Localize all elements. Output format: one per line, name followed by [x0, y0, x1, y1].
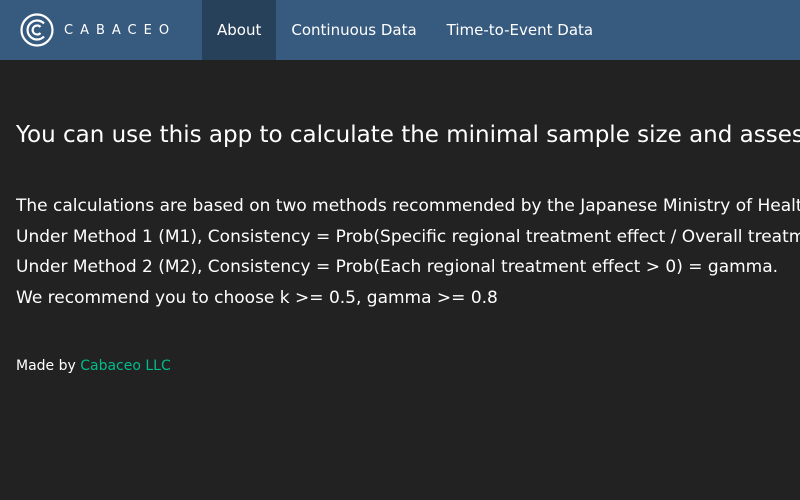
brand-name: CABACEO — [64, 22, 177, 38]
description-paragraph: The calculations are based on two method… — [16, 191, 800, 313]
made-by-footer: Made by Cabaceo LLC — [16, 358, 171, 374]
main-nav: About Continuous Data Time-to-Event Data — [202, 0, 608, 60]
about-content: You can use this app to calculate the mi… — [16, 60, 800, 500]
nav-tab-about[interactable]: About — [202, 0, 277, 60]
description-line: We recommend you to choose k >= 0.5, gam… — [16, 287, 498, 308]
nav-tab-continuous-data[interactable]: Continuous Data — [276, 0, 431, 60]
description-line: Under Method 2 (M2), Consistency = Prob(… — [16, 257, 779, 277]
top-navbar: CABACEO About Continuous Data Time-to-Ev… — [0, 0, 800, 60]
brand-link[interactable]: CABACEO — [0, 0, 182, 60]
description-line: The calculations are based on two method… — [16, 196, 800, 216]
cabaceo-link[interactable]: Cabaceo LLC — [80, 358, 171, 374]
page-headline: You can use this app to calculate the mi… — [16, 122, 800, 148]
made-by-text: Made by — [16, 358, 81, 374]
description-line: Under Method 1 (M1), Consistency = Prob(… — [16, 226, 800, 247]
cabaceo-logo-icon — [20, 13, 54, 47]
nav-tab-time-to-event-data[interactable]: Time-to-Event Data — [432, 0, 608, 60]
